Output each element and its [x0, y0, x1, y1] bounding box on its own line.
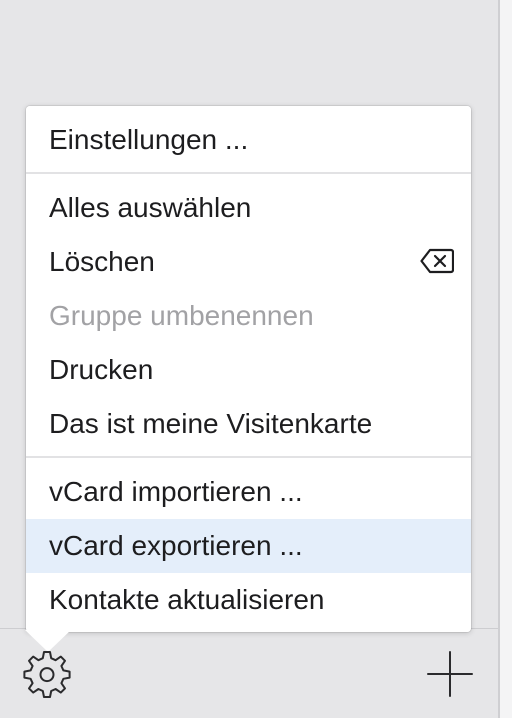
- menu-separator: [26, 172, 471, 174]
- menu-separator: [26, 456, 471, 458]
- menu-item-export-vcard[interactable]: vCard exportieren ...: [26, 519, 471, 573]
- menu-item-label: Alles auswählen: [49, 192, 252, 223]
- content-pane-edge: [500, 0, 512, 718]
- plus-icon[interactable]: [426, 650, 474, 698]
- menu-item-label: vCard exportieren ...: [49, 530, 303, 561]
- delete-backward-icon: [420, 248, 454, 274]
- menu-item-label: Drucken: [49, 354, 154, 385]
- menu-item-label: Gruppe umbenennen: [49, 300, 314, 331]
- menu-item-rename-group: Gruppe umbenennen: [26, 289, 471, 343]
- menu-item-refresh-contacts[interactable]: Kontakte aktualisieren: [26, 573, 471, 627]
- menu-item-label: Löschen: [49, 246, 155, 277]
- menu-item-label: Einstellungen ...: [49, 124, 249, 155]
- gear-icon[interactable]: [22, 648, 72, 698]
- menu-item-label: Kontakte aktualisieren: [49, 584, 325, 615]
- menu-item-my-card[interactable]: Das ist meine Visitenkarte: [26, 397, 471, 451]
- menu-item-select-all[interactable]: Alles auswählen: [26, 181, 471, 235]
- menu-item-import-vcard[interactable]: vCard importieren ...: [26, 465, 471, 519]
- menu-item-label: vCard importieren ...: [49, 476, 303, 507]
- menu-item-settings[interactable]: Einstellungen ...: [26, 113, 471, 167]
- menu-item-delete[interactable]: Löschen: [26, 235, 471, 289]
- action-menu: Einstellungen ... Alles auswählen Lösche…: [26, 106, 471, 632]
- menu-item-print[interactable]: Drucken: [26, 343, 471, 397]
- menu-item-label: Das ist meine Visitenkarte: [49, 408, 373, 439]
